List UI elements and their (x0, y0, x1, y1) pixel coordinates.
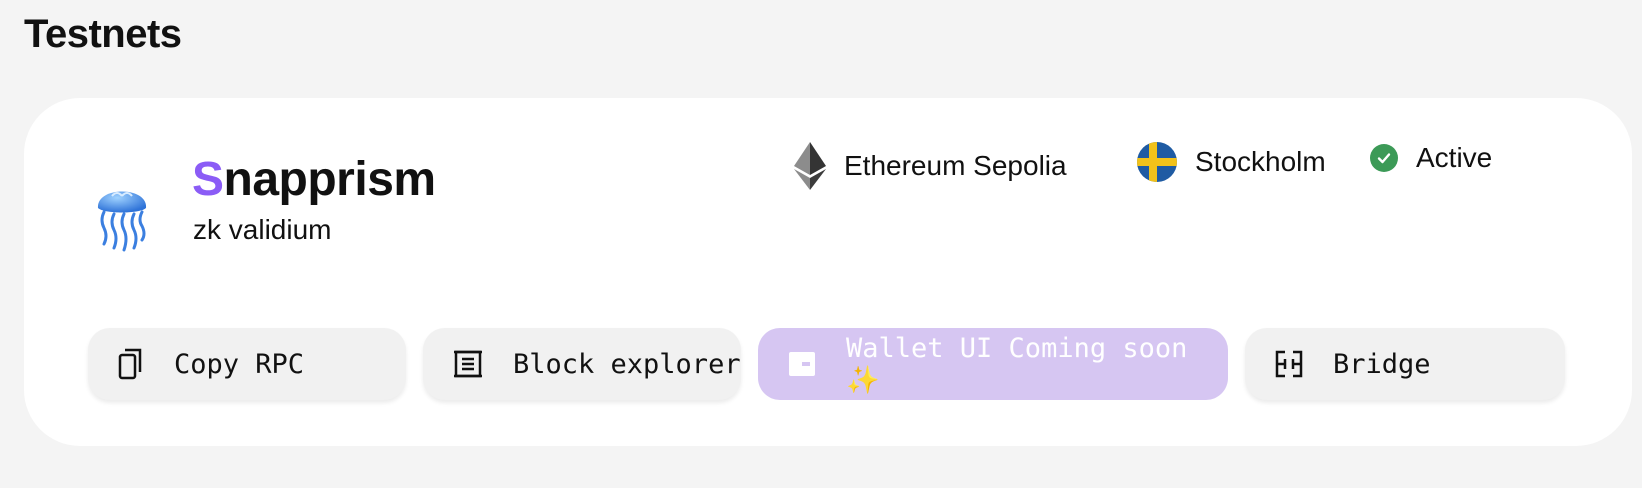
network-info: Ethereum Sepolia (794, 142, 1067, 190)
bridge-icon (1275, 350, 1303, 378)
block-explorer-button[interactable]: Block explorer (423, 328, 741, 400)
copy-icon (118, 348, 144, 380)
bridge-label: Bridge (1333, 348, 1431, 380)
action-buttons: Copy RPC Block explorer Wallet UI Coming… (88, 328, 1565, 400)
location-label: Stockholm (1195, 146, 1326, 177)
wallet-coming-soon-button: Wallet UI Coming soon ✨ (758, 328, 1228, 400)
copy-rpc-button[interactable]: Copy RPC (88, 328, 406, 400)
block-explorer-label: Block explorer (513, 348, 741, 380)
status-label: Active (1416, 142, 1493, 173)
testnet-card: Snapprism zk validium Ethereum Sepolia S… (24, 98, 1632, 446)
testnet-name: Snapprism (192, 156, 436, 204)
status-info: Active (1370, 142, 1492, 174)
location-info: Stockholm (1137, 142, 1326, 182)
ethereum-icon (794, 142, 826, 190)
block-explorer-icon (453, 349, 483, 379)
network-label: Ethereum Sepolia (844, 150, 1067, 181)
name-rest: napprism (223, 153, 437, 206)
jellyfish-icon (90, 174, 154, 254)
wallet-label: Wallet UI Coming soon ✨ (846, 332, 1188, 396)
wallet-icon (788, 351, 816, 377)
testnet-subtitle: zk validium (193, 214, 332, 245)
check-circle-icon (1370, 144, 1398, 172)
section-title: Testnets (24, 12, 182, 56)
bridge-button[interactable]: Bridge (1245, 328, 1565, 400)
name-accent-letter: S (192, 153, 224, 206)
sweden-flag-icon (1137, 142, 1177, 182)
copy-rpc-label: Copy RPC (174, 348, 305, 380)
